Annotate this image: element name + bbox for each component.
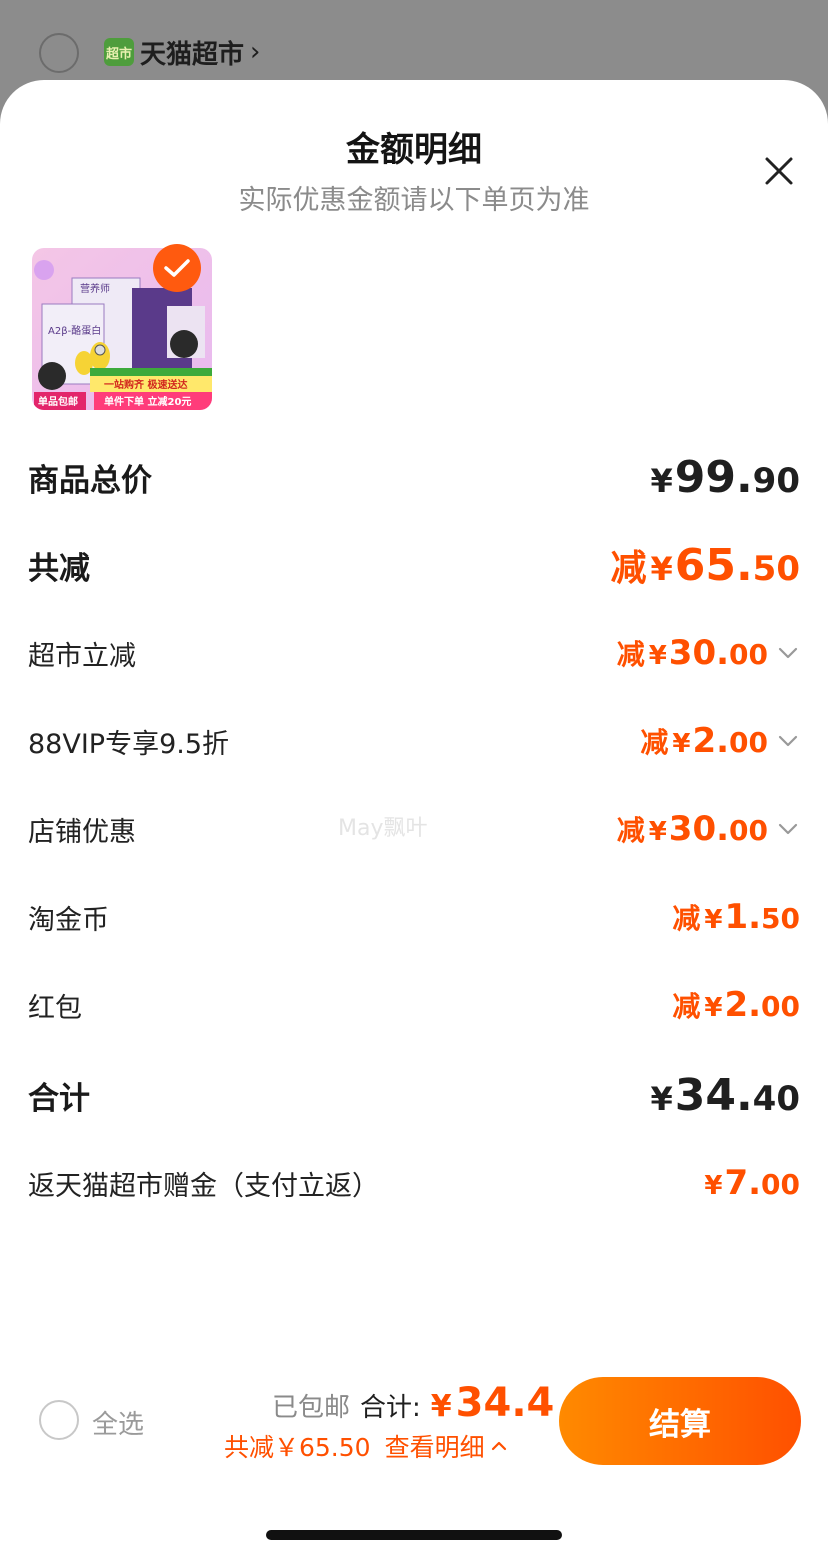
- discount-text: 共减￥65.50: [224, 1433, 371, 1462]
- banner-line1: 一站购齐 极速送达: [104, 378, 187, 391]
- row-amount: ¥ 7. 00: [704, 1163, 800, 1203]
- reduce-label: 减: [672, 990, 701, 1023]
- yen-symbol: ¥: [704, 1171, 723, 1201]
- free-shipping-tag: 单品包邮: [38, 395, 78, 408]
- row-label: 超市立减: [28, 640, 136, 672]
- row-amount: 减 ¥ 30. 00: [617, 809, 768, 849]
- row-label: 返天猫超市赠金（支付立返）: [28, 1170, 379, 1202]
- checkmark-icon[interactable]: [153, 244, 201, 292]
- amount-integer: 7.: [724, 1163, 762, 1203]
- row-store-discount[interactable]: 店铺优惠 减 ¥ 30. 00: [28, 799, 800, 859]
- row-amount: 减 ¥ 30. 00: [617, 633, 768, 673]
- yen-symbol: ¥: [430, 1389, 452, 1424]
- amount-decimal: 90: [752, 460, 800, 501]
- row-label: 店铺优惠: [28, 816, 136, 848]
- home-indicator[interactable]: [266, 1530, 562, 1540]
- amount-decimal: 00: [761, 1168, 800, 1201]
- chevron-down-icon[interactable]: [776, 729, 800, 753]
- row-amount: 减 ¥ 65. 50: [610, 539, 800, 591]
- yen-symbol: ¥: [704, 993, 723, 1023]
- amount-integer: 2.: [724, 985, 762, 1025]
- yen-symbol: ¥: [648, 817, 667, 847]
- store-select-radio[interactable]: [39, 33, 79, 73]
- row-label: 红包: [28, 992, 82, 1024]
- sheet-subtitle: 实际优惠金额请以下单页为准: [238, 185, 590, 216]
- row-amount: ¥ 34. 40: [650, 1070, 800, 1121]
- chevron-down-icon[interactable]: [776, 817, 800, 841]
- row-goods-total: 商品总价 ¥ 99. 90: [28, 447, 800, 507]
- row-label: 共减: [28, 550, 90, 587]
- shipping-status: 已包邮: [272, 1393, 351, 1423]
- amount-integer: 30.: [668, 633, 730, 673]
- row-label: 合计: [28, 1080, 90, 1117]
- row-cashback: 返天猫超市赠金（支付立返） ¥ 7. 00: [28, 1153, 800, 1213]
- row-subtotal: 合计 ¥ 34. 40: [28, 1065, 800, 1125]
- row-amount: 减 ¥ 2. 00: [640, 721, 768, 761]
- banner-line2: 单件下单 立减20元: [104, 395, 191, 408]
- close-icon[interactable]: [756, 148, 802, 194]
- row-amount: 减 ¥ 2. 00: [672, 985, 800, 1025]
- amount-integer: 30.: [668, 809, 730, 849]
- amount-decimal: 40: [752, 1078, 800, 1119]
- row-red-packet: 红包 减 ¥ 2. 00: [28, 975, 800, 1035]
- row-taojinbi: 淘金币 减 ¥ 1. 50: [28, 887, 800, 947]
- view-detail-link[interactable]: 查看明细: [385, 1428, 509, 1464]
- yen-symbol: ¥: [650, 1079, 673, 1118]
- row-total-discount: 共减 减 ¥ 65. 50: [28, 535, 800, 595]
- amount-decimal: 50: [761, 902, 800, 935]
- amount-integer: 65.: [674, 540, 753, 591]
- yen-symbol: ¥: [648, 641, 667, 671]
- amount-decimal: 00: [729, 814, 768, 847]
- select-all-label[interactable]: 全选: [92, 1404, 144, 1441]
- yen-symbol: ¥: [672, 729, 691, 759]
- product-text: A2β-酪蛋白: [48, 324, 101, 337]
- reduce-label: 减: [616, 814, 645, 847]
- amount-integer: 1.: [724, 897, 762, 937]
- amount-decimal: 00: [761, 990, 800, 1023]
- amount-decimal: 00: [729, 726, 768, 759]
- row-supermarket-discount[interactable]: 超市立减 减 ¥ 30. 00: [28, 623, 800, 683]
- reduce-label: 减: [640, 726, 669, 759]
- view-detail-label: 查看明细: [384, 1433, 485, 1462]
- row-label: 商品总价: [28, 462, 152, 499]
- summary-discount: 共减￥65.50 查看明细: [224, 1428, 509, 1464]
- amount-decimal: 50: [752, 549, 800, 589]
- row-label: 淘金币: [28, 904, 109, 936]
- amount-integer: 2.: [692, 721, 730, 761]
- reduce-label: 减: [672, 902, 701, 935]
- row-amount: 减 ¥ 1. 50: [672, 897, 800, 937]
- select-all-radio[interactable]: [39, 1400, 79, 1440]
- tmall-supermarket-icon: 超市: [104, 38, 134, 66]
- total-amount: ¥ 34.4: [431, 1380, 555, 1426]
- chevron-right-icon: ›: [250, 37, 261, 67]
- brand-text: 营养师: [80, 282, 110, 295]
- total-label: 合计:: [360, 1393, 421, 1423]
- store-name: 天猫超市: [140, 39, 245, 70]
- summary-total: 已包邮 合计: ¥ 34.4: [272, 1380, 554, 1426]
- checkout-button[interactable]: 结算: [559, 1377, 801, 1465]
- reduce-label: 减: [610, 548, 647, 589]
- chevron-down-icon[interactable]: [776, 641, 800, 665]
- yen-symbol: ¥: [650, 461, 673, 500]
- total-value: 34.4: [455, 1380, 555, 1426]
- store-link[interactable]: 超市 天猫超市 ›: [104, 34, 260, 70]
- row-label: 88VIP专享9.5折: [28, 728, 230, 760]
- sheet-title: 金额明细: [346, 130, 482, 170]
- yen-symbol: ¥: [704, 905, 723, 935]
- amount-decimal: 00: [729, 638, 768, 671]
- chevron-up-icon: [491, 1441, 506, 1451]
- row-88vip-discount[interactable]: 88VIP专享9.5折 减 ¥ 2. 00: [28, 711, 800, 771]
- yen-symbol: ¥: [650, 550, 673, 588]
- row-amount: ¥ 99. 90: [650, 452, 800, 503]
- amount-integer: 34.: [674, 1069, 753, 1121]
- reduce-label: 减: [616, 638, 645, 671]
- amount-integer: 99.: [674, 451, 753, 503]
